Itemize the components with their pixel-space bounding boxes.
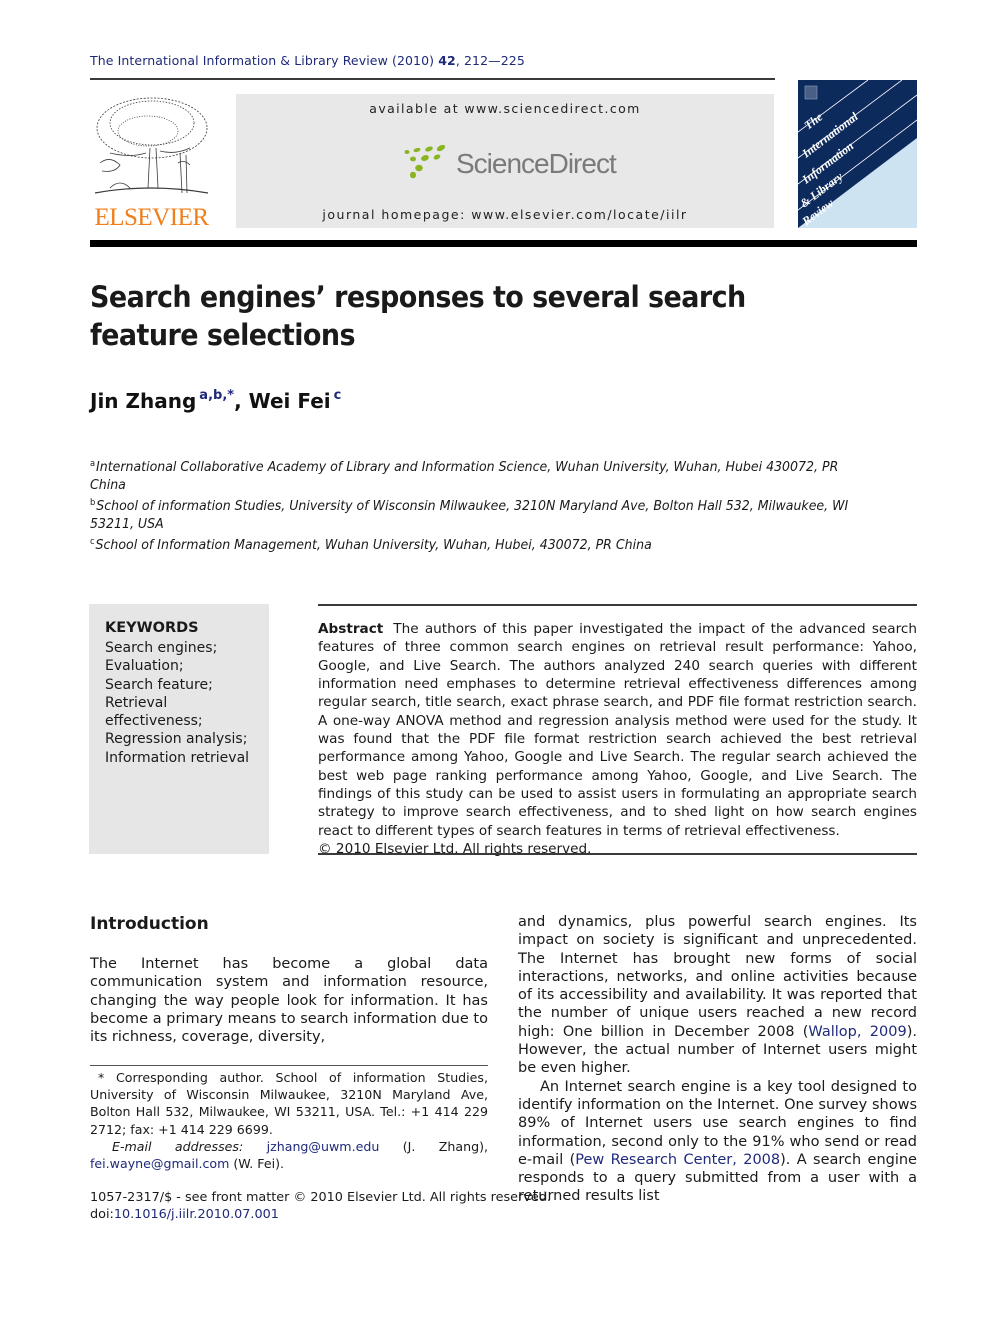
footnote-rule: [90, 1065, 488, 1066]
affiliation-mark: b: [90, 498, 96, 508]
body-paragraph: An Internet search engine is a key tool …: [518, 1078, 917, 1206]
keyword: Information retrieval: [105, 749, 250, 766]
citation-link[interactable]: Wallop, 2009: [808, 1024, 906, 1040]
doi-line: doi:10.1016/j.iilr.2010.07.001: [90, 1206, 551, 1223]
affiliation: bSchool of information Studies, Universi…: [90, 494, 862, 533]
email-owner: (J. Zhang),: [379, 1138, 488, 1154]
keyword: Regression analysis;: [105, 731, 248, 748]
keyword: Evaluation;: [105, 658, 184, 675]
abstract: Abstract The authors of this paper invest…: [318, 620, 917, 858]
paragraph-text: and dynamics, plus powerful search engin…: [518, 914, 917, 1040]
abstract-label: Abstract: [318, 621, 384, 637]
affiliation-mark: c: [90, 537, 95, 547]
email-owner: (W. Fei).: [229, 1156, 285, 1172]
affiliation: cSchool of Information Management, Wuhan…: [90, 533, 862, 554]
author-name[interactable]: Jin Zhang: [90, 389, 196, 413]
affiliation-text: International Collaborative Academy of L…: [90, 459, 839, 493]
cover-title-line: The: [801, 109, 825, 132]
header-thick-rule: [90, 240, 917, 247]
email-label: E-mail addresses:: [112, 1138, 244, 1154]
email-link[interactable]: jzhang@uwm.edu: [267, 1139, 380, 1154]
corresponding-author-note: * Corresponding author. School of inform…: [90, 1070, 488, 1137]
author-marks[interactable]: c: [334, 388, 342, 403]
author-name[interactable]: Wei Fei: [249, 389, 331, 413]
keywords-list: Search engines; Evaluation; Search featu…: [105, 639, 269, 767]
author-separator: ,: [234, 389, 249, 413]
abstract-rule-bottom: [318, 853, 917, 855]
header-rule: [90, 78, 775, 80]
author-marks[interactable]: a,b,*: [199, 388, 234, 403]
journal-reference: The International Information & Library …: [90, 53, 525, 68]
journal-cover-thumbnail: The International Information & Library …: [798, 80, 917, 228]
journal-volume: 42: [438, 53, 456, 68]
journal-pages: , 212—225: [455, 53, 525, 68]
affiliation-text: School of Information Management, Wuhan …: [95, 537, 652, 553]
affiliation: aInternational Collaborative Academy of …: [90, 455, 862, 494]
body-paragraph: The Internet has become a global data co…: [90, 956, 488, 1046]
keyword: Search engines;: [105, 640, 218, 656]
doi-link[interactable]: 10.1016/j.iilr.2010.07.001: [114, 1207, 279, 1222]
affiliations: aInternational Collaborative Academy of …: [90, 455, 862, 554]
keywords-heading: KEYWORDS: [105, 620, 199, 636]
abstract-rule-top: [318, 604, 917, 606]
footnote: * Corresponding author. School of inform…: [90, 1069, 488, 1172]
issn-line: 1057-2317/$ - see front matter © 2010 El…: [90, 1190, 551, 1205]
affiliation-text: School of information Studies, Universit…: [90, 498, 849, 532]
journal-name: The International Information & Library …: [90, 53, 435, 68]
affiliation-mark: a: [90, 459, 96, 469]
author-list: Jin Zhang a,b,*, Wei Fei c: [90, 388, 341, 413]
body-paragraph: and dynamics, plus powerful search engin…: [518, 913, 917, 1078]
journal-homepage-text[interactable]: journal homepage: www.elsevier.com/locat…: [236, 207, 774, 222]
right-column: and dynamics, plus powerful search engin…: [518, 913, 917, 1206]
keyword: Search feature;: [105, 676, 213, 693]
doi-label: doi:: [90, 1207, 114, 1222]
section-heading-introduction: Introduction: [90, 914, 209, 934]
sciencedirect-banner: available at www.sciencedirect.com Scien…: [236, 94, 774, 228]
available-at-text[interactable]: available at www.sciencedirect.com: [236, 101, 774, 116]
elsevier-wordmark: ELSEVIER: [94, 204, 209, 231]
sciencedirect-wordmark: ScienceDirect: [456, 148, 617, 179]
citation-link[interactable]: Pew Research Center, 2008: [575, 1152, 780, 1168]
email-note: E-mail addresses: jzhang@uwm.edu (J. Zha…: [90, 1138, 488, 1172]
abstract-copyright: © 2010 Elsevier Ltd. All rights reserved…: [318, 841, 592, 858]
email-link[interactable]: fei.wayne@gmail.com: [90, 1156, 229, 1171]
keywords-box: KEYWORDS Search engines; Evaluation; Sea…: [89, 604, 269, 854]
article-title: Search engines’ responses to several sea…: [90, 280, 746, 352]
keyword: Retrieval effectiveness;: [105, 694, 203, 730]
front-matter: 1057-2317/$ - see front matter © 2010 El…: [90, 1189, 551, 1223]
abstract-text: The authors of this paper investigated t…: [318, 621, 917, 839]
